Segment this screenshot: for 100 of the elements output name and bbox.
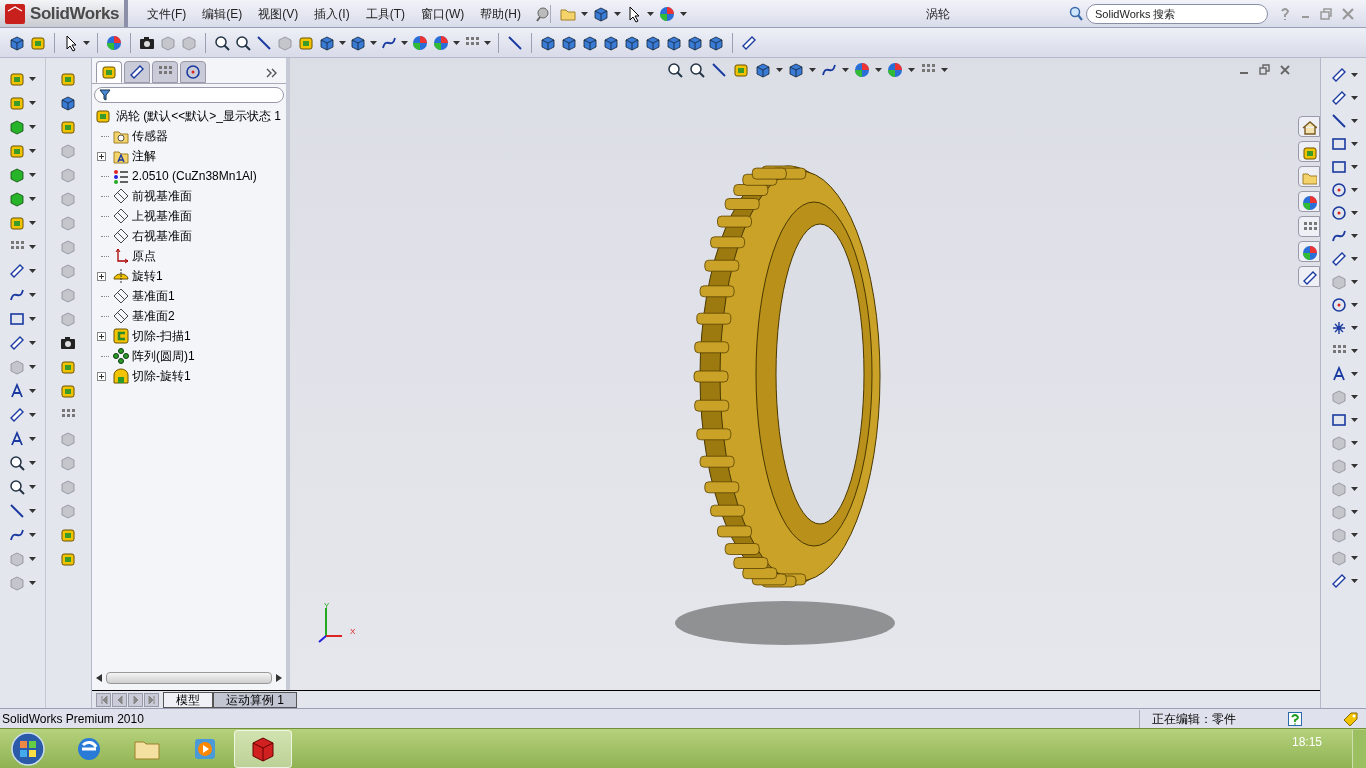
filter-icon[interactable] (99, 89, 111, 101)
line-icon[interactable] (1329, 112, 1348, 130)
caret-icon[interactable] (1350, 257, 1358, 261)
color-ball-icon[interactable] (886, 61, 904, 79)
horizontal-scrollbar[interactable] (96, 670, 282, 686)
block-icon[interactable] (59, 70, 78, 88)
filter-field[interactable] (94, 87, 284, 103)
caret-icon[interactable] (1350, 234, 1358, 238)
color-ball-icon[interactable] (853, 61, 871, 79)
caret-icon[interactable] (1350, 326, 1358, 330)
menu-item[interactable]: 视图(V) (251, 2, 306, 25)
block-icon[interactable] (59, 526, 78, 544)
caret-icon[interactable] (941, 68, 948, 72)
caret-icon[interactable] (1350, 372, 1358, 376)
expand-icon[interactable] (96, 151, 106, 161)
tree-item[interactable]: 涡轮 (默认<<默认>_显示状态 1 (116, 107, 282, 125)
caret-icon[interactable] (1350, 418, 1358, 422)
caret-icon[interactable] (29, 365, 37, 369)
rectangle-icon[interactable] (1329, 158, 1348, 176)
caret-icon[interactable] (1350, 142, 1358, 146)
cube-icon[interactable] (59, 94, 78, 112)
zoom-icon[interactable] (688, 61, 706, 79)
caret-icon[interactable] (29, 509, 37, 513)
caret-icon[interactable] (1350, 441, 1358, 445)
color-ball-icon[interactable] (432, 33, 450, 52)
caret-icon[interactable] (453, 40, 460, 45)
caret-icon[interactable] (29, 149, 37, 153)
tree-item[interactable]: 切除-扫描1 (132, 327, 191, 345)
caret-icon[interactable] (83, 40, 90, 45)
caret-icon[interactable] (647, 11, 654, 16)
caret-icon[interactable] (1350, 556, 1358, 560)
start-button[interactable] (8, 730, 48, 767)
tree-item[interactable]: 前视基准面 (132, 187, 192, 205)
tag-icon[interactable] (1342, 710, 1358, 727)
caret-icon[interactable] (1350, 188, 1358, 192)
caret-icon[interactable] (1350, 73, 1358, 77)
caret-icon[interactable] (29, 437, 37, 441)
caret-icon[interactable] (29, 317, 37, 321)
caret-icon[interactable] (29, 389, 37, 393)
document-tab[interactable]: 模型 (163, 691, 213, 708)
scroll-right-icon[interactable] (276, 674, 282, 682)
caret-icon[interactable] (1350, 395, 1358, 399)
circle-icon[interactable] (1329, 181, 1348, 199)
task-pane-tab[interactable] (1298, 241, 1320, 262)
caret-icon[interactable] (29, 77, 37, 81)
caret-icon[interactable] (29, 485, 37, 489)
caret-icon[interactable] (1350, 96, 1358, 100)
caret-icon[interactable] (908, 68, 915, 72)
zoom-icon[interactable] (8, 454, 27, 472)
zoom-icon[interactable] (666, 61, 684, 79)
tree-item[interactable]: 传感器 (132, 127, 168, 145)
caret-icon[interactable] (1350, 487, 1358, 491)
caret-icon[interactable] (29, 125, 37, 129)
caret-icon[interactable] (1350, 280, 1358, 284)
color-ball-icon[interactable] (658, 4, 676, 23)
restore-icon[interactable] (1259, 64, 1270, 75)
tree-item[interactable]: 右视基准面 (132, 227, 192, 245)
task-pane-tab[interactable] (1298, 116, 1320, 137)
color-ball-icon[interactable] (411, 33, 429, 52)
tab-scroll-button[interactable] (96, 692, 111, 707)
zoom-icon[interactable] (8, 478, 27, 496)
tab-scroll-button[interactable] (144, 692, 159, 707)
tab-scroll-button[interactable] (128, 692, 143, 707)
caret-icon[interactable] (29, 173, 37, 177)
tree-item[interactable]: 2.0510 (CuZn38Mn1Al) (132, 167, 257, 185)
search-field[interactable]: SolidWorks 搜索 (1086, 3, 1268, 24)
tree-item[interactable]: 切除-旋转1 (132, 367, 191, 385)
caret-icon[interactable] (29, 293, 37, 297)
block-icon[interactable] (59, 118, 78, 136)
tree-item[interactable]: 基准面1 (132, 287, 175, 305)
tree-item[interactable]: 原点 (132, 247, 156, 265)
tree-item[interactable]: 注解 (132, 147, 156, 165)
caret-icon[interactable] (1350, 533, 1358, 537)
caret-icon[interactable] (875, 68, 882, 72)
block-icon[interactable] (59, 358, 78, 376)
cube-icon[interactable] (754, 61, 772, 79)
tab-scroll-button[interactable] (112, 692, 127, 707)
solid-block-icon[interactable] (8, 190, 27, 208)
menu-item[interactable]: 插入(I) (307, 2, 357, 25)
zoom-icon[interactable] (213, 33, 231, 52)
caret-icon[interactable] (29, 533, 37, 537)
rectangle-icon[interactable] (1329, 411, 1348, 429)
caret-icon[interactable] (29, 221, 37, 225)
caret-icon[interactable] (29, 413, 37, 417)
caret-icon[interactable] (581, 11, 588, 16)
caret-icon[interactable] (1350, 119, 1358, 123)
circle-icon[interactable] (1329, 204, 1348, 222)
caret-icon[interactable] (29, 581, 37, 585)
caret-icon[interactable] (809, 68, 816, 72)
caret-icon[interactable] (484, 40, 491, 45)
caret-icon[interactable] (1350, 579, 1358, 583)
caret-icon[interactable] (776, 68, 783, 72)
document-tab[interactable]: 运动算例 1 (213, 691, 297, 708)
help-icon[interactable] (1288, 711, 1302, 726)
zoom-icon[interactable] (234, 33, 252, 52)
block-icon[interactable] (732, 61, 750, 79)
expand-icon[interactable] (96, 371, 106, 381)
caret-icon[interactable] (29, 461, 37, 465)
menu-item[interactable]: 窗口(W) (414, 2, 472, 25)
tree-item[interactable]: 旋转1 (132, 267, 163, 285)
